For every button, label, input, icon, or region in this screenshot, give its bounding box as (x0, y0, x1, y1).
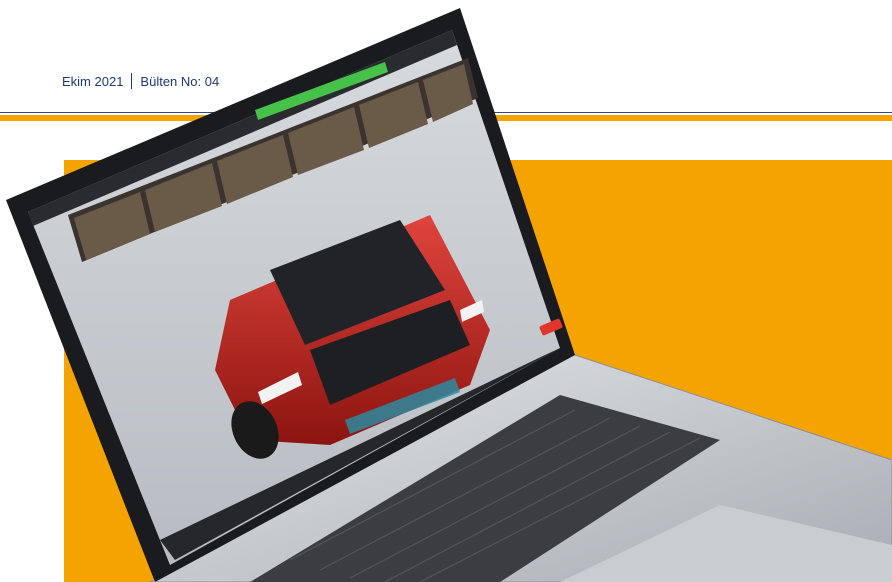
laptop-scene (6, 8, 892, 582)
